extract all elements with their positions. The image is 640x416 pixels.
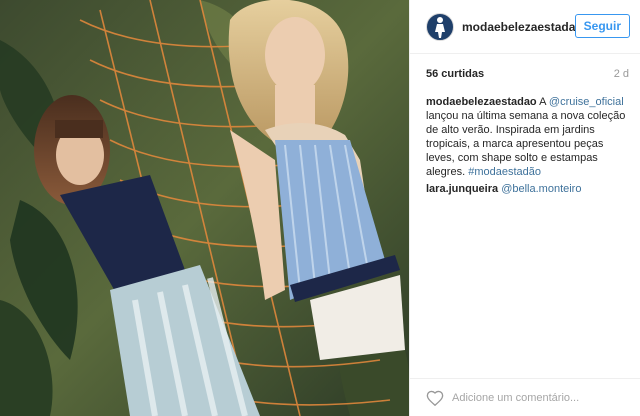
comment-item: lara.junqueira @bella.monteiro <box>426 182 628 196</box>
comment-input[interactable] <box>452 391 612 404</box>
likes-count[interactable]: 56 curtidas <box>426 68 484 80</box>
username-link[interactable]: modaebelezaestadao <box>462 20 583 34</box>
comment-mention[interactable]: @bella.monteiro <box>501 183 581 195</box>
caption: modaebelezaestadao A @cruise_oficial lan… <box>426 95 628 179</box>
caption-mention[interactable]: @cruise_oficial <box>549 96 624 108</box>
post-time[interactable]: 2 d <box>614 68 629 80</box>
caption-hashtag[interactable]: #modaestadão <box>468 166 541 178</box>
post-header: modaebelezaestadao Seguir <box>410 0 640 54</box>
comment-username[interactable]: lara.junqueira <box>426 183 498 195</box>
caption-text-part: A <box>536 96 549 108</box>
post-photo[interactable] <box>0 0 409 416</box>
post-meta: 56 curtidas 2 d <box>426 66 629 82</box>
woman-silhouette-icon <box>435 16 445 38</box>
avatar[interactable] <box>426 12 454 41</box>
caption-username[interactable]: modaebelezaestadao <box>426 96 537 108</box>
follow-button[interactable]: Seguir <box>574 14 630 38</box>
comment-bar <box>410 378 640 416</box>
heart-icon[interactable] <box>426 389 444 407</box>
fashion-photo <box>0 0 409 416</box>
comments-list: modaebelezaestadao A @cruise_oficial lan… <box>426 95 628 199</box>
post-sidebar: modaebelezaestadao Seguir 56 curtidas 2 … <box>409 0 640 416</box>
